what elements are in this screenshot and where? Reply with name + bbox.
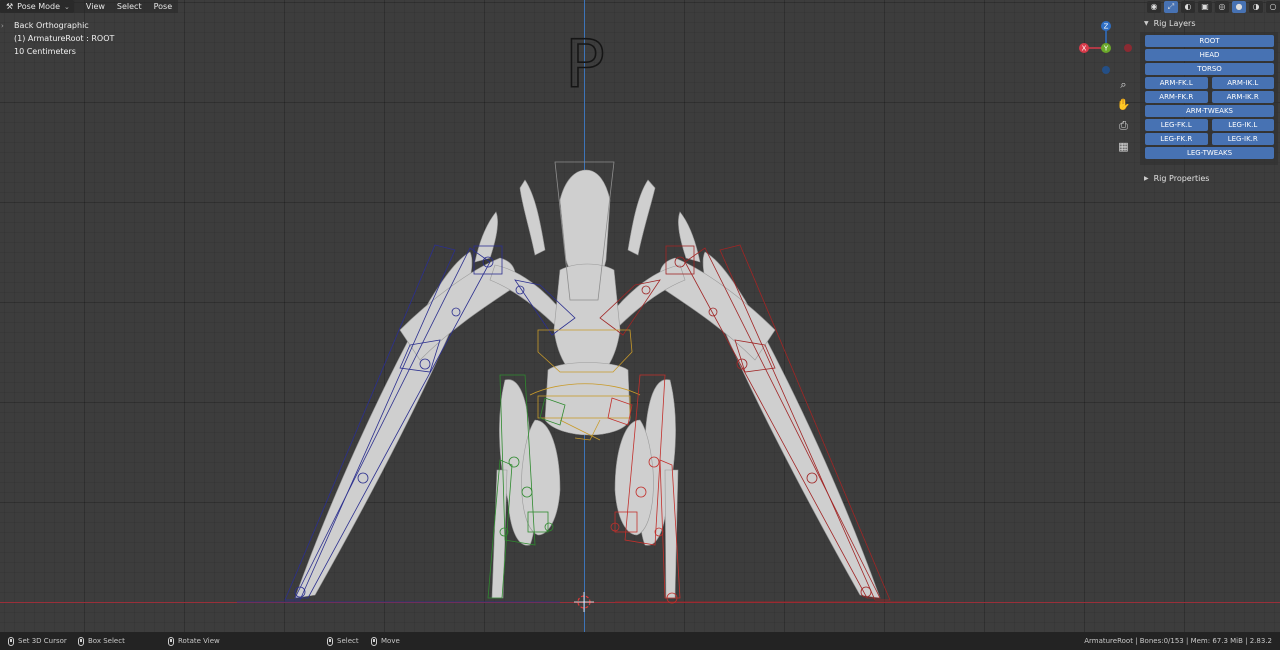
- layer-leg-ik-r-button[interactable]: LEG-IK.R: [1211, 133, 1274, 145]
- status-select-label: Select: [337, 637, 359, 645]
- collapsed-triangle-icon: ▶: [1144, 174, 1149, 182]
- status-stats: ArmatureRoot | Bones:0/153 | Mem: 67.3 M…: [1084, 637, 1272, 645]
- status-set-cursor: Set 3D Cursor: [8, 636, 67, 646]
- layer-head-button[interactable]: HEAD: [1145, 49, 1274, 61]
- status-bar: Set 3D Cursor Box Select Rotate View Sel…: [0, 632, 1280, 650]
- camera-icon[interactable]: ⎙: [1116, 118, 1131, 133]
- mouse-left-icon: [8, 636, 14, 646]
- mode-label: Pose Mode: [17, 2, 61, 11]
- view-name: Back Orthographic: [14, 21, 89, 30]
- viewport-header: ⚒ Pose Mode ⌄ View Select Pose: [0, 0, 179, 13]
- status-rotate-view-label: Rotate View: [178, 637, 220, 645]
- text-object-p: P: [565, 26, 605, 103]
- shading-material-icon[interactable]: ◑: [1249, 0, 1263, 13]
- visibility-eye-icon[interactable]: ◉: [1147, 0, 1161, 13]
- rig-layers-panel: ▼ Rig Layers ROOT HEAD TORSO ARM-FK.L AR…: [1140, 14, 1278, 187]
- status-set-cursor-label: Set 3D Cursor: [18, 637, 67, 645]
- svg-text:X: X: [1082, 45, 1087, 53]
- layer-arm-fk-l-button[interactable]: ARM-FK.L: [1145, 77, 1208, 89]
- layer-leg-ik-l-button[interactable]: LEG-IK.L: [1211, 119, 1274, 131]
- gizmo-toggle-icon[interactable]: ⤢: [1164, 0, 1178, 13]
- toolbar-toggle-arrow[interactable]: ›: [1, 22, 4, 30]
- layer-arm-ik-r-button[interactable]: ARM-IK.R: [1211, 91, 1274, 103]
- overlay-toggle-icon[interactable]: ◐: [1181, 0, 1195, 13]
- mode-dropdown[interactable]: ⚒ Pose Mode ⌄: [0, 0, 74, 13]
- layer-torso-button[interactable]: TORSO: [1145, 63, 1274, 75]
- shading-solid-icon[interactable]: ●: [1232, 0, 1246, 13]
- layer-leg-fk-l-button[interactable]: LEG-FK.L: [1145, 119, 1208, 131]
- status-select: Select: [327, 636, 359, 646]
- 3d-cursor: [574, 592, 594, 612]
- rig-layers-body: ROOT HEAD TORSO ARM-FK.L ARM-IK.L ARM-FK…: [1140, 32, 1278, 165]
- mouse-drag-icon: [78, 636, 84, 646]
- status-rotate-view: Rotate View: [168, 636, 220, 646]
- status-box-select: Box Select: [78, 636, 125, 646]
- svg-text:Z: Z: [1104, 23, 1109, 31]
- status-box-select-label: Box Select: [88, 637, 125, 645]
- mouse-middle-icon: [168, 636, 174, 646]
- layer-arm-fk-r-button[interactable]: ARM-FK.R: [1145, 91, 1208, 103]
- mouse-right-drag-icon: [371, 636, 377, 646]
- layer-leg-tweaks-button[interactable]: LEG-TWEAKS: [1145, 147, 1274, 159]
- layer-leg-fk-r-button[interactable]: LEG-FK.R: [1145, 133, 1208, 145]
- rig-properties-header[interactable]: ▶ Rig Properties: [1140, 169, 1278, 187]
- layer-root-button[interactable]: ROOT: [1145, 35, 1274, 47]
- rig-properties-title: Rig Properties: [1153, 173, 1210, 183]
- status-move-label: Move: [381, 637, 400, 645]
- status-move: Move: [371, 636, 400, 646]
- gizmo-neg-z: [1102, 66, 1110, 74]
- shading-rendered-icon[interactable]: ○: [1266, 0, 1280, 13]
- xray-toggle-icon[interactable]: ▣: [1198, 0, 1212, 13]
- mouse-right-icon: [327, 636, 333, 646]
- zoom-icon[interactable]: ⌕: [1116, 77, 1131, 92]
- rig-layers-header[interactable]: ▼ Rig Layers: [1140, 14, 1278, 32]
- menu-view[interactable]: View: [80, 0, 111, 13]
- pan-hand-icon[interactable]: ✋: [1116, 97, 1131, 112]
- menu-pose[interactable]: Pose: [148, 0, 179, 13]
- gizmo-neg-x: [1124, 44, 1132, 52]
- object-info: (1) ArmatureRoot : ROOT: [14, 34, 115, 43]
- shading-wireframe-icon[interactable]: ◎: [1215, 0, 1229, 13]
- grid-scale: 10 Centimeters: [14, 47, 76, 56]
- viewport-header-tools: ◉ ⤢ ◐ ▣ ◎ ● ◑ ○: [1147, 0, 1280, 13]
- navigation-gizmo[interactable]: Z X Y: [1076, 18, 1136, 78]
- scene-model[interactable]: P: [0, 0, 1280, 632]
- pose-mode-icon: ⚒: [6, 2, 14, 11]
- layer-arm-ik-l-button[interactable]: ARM-IK.L: [1211, 77, 1274, 89]
- svg-text:Y: Y: [1103, 45, 1109, 53]
- layer-arm-tweaks-button[interactable]: ARM-TWEAKS: [1145, 105, 1274, 117]
- chevron-down-icon: ⌄: [64, 2, 70, 11]
- ortho-grid-icon[interactable]: ▦: [1116, 139, 1131, 154]
- expanded-triangle-icon: ▼: [1144, 19, 1149, 27]
- rig-layers-title: Rig Layers: [1153, 18, 1196, 28]
- 3d-viewport[interactable]: P: [0, 0, 1280, 632]
- menu-select[interactable]: Select: [111, 0, 148, 13]
